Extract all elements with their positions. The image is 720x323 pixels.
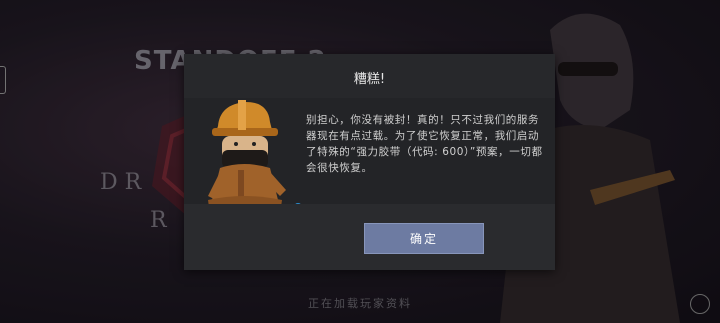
error-dialog: 糟糕! 别担心，你没有被封！真的！只不过我们的服务器现在有点过载。为了使它恢复正…: [184, 54, 555, 270]
dialog-message: 别担心，你没有被封！真的！只不过我们的服务器现在有点过载。为了使它恢复正常，我们…: [306, 114, 543, 174]
dialog-title: 糟糕!: [353, 72, 386, 87]
game-screen: STANDOFF 2 D R R 正在加载玩家资料 糟糕!: [0, 0, 720, 323]
confirm-button[interactable]: 确定: [364, 223, 484, 254]
